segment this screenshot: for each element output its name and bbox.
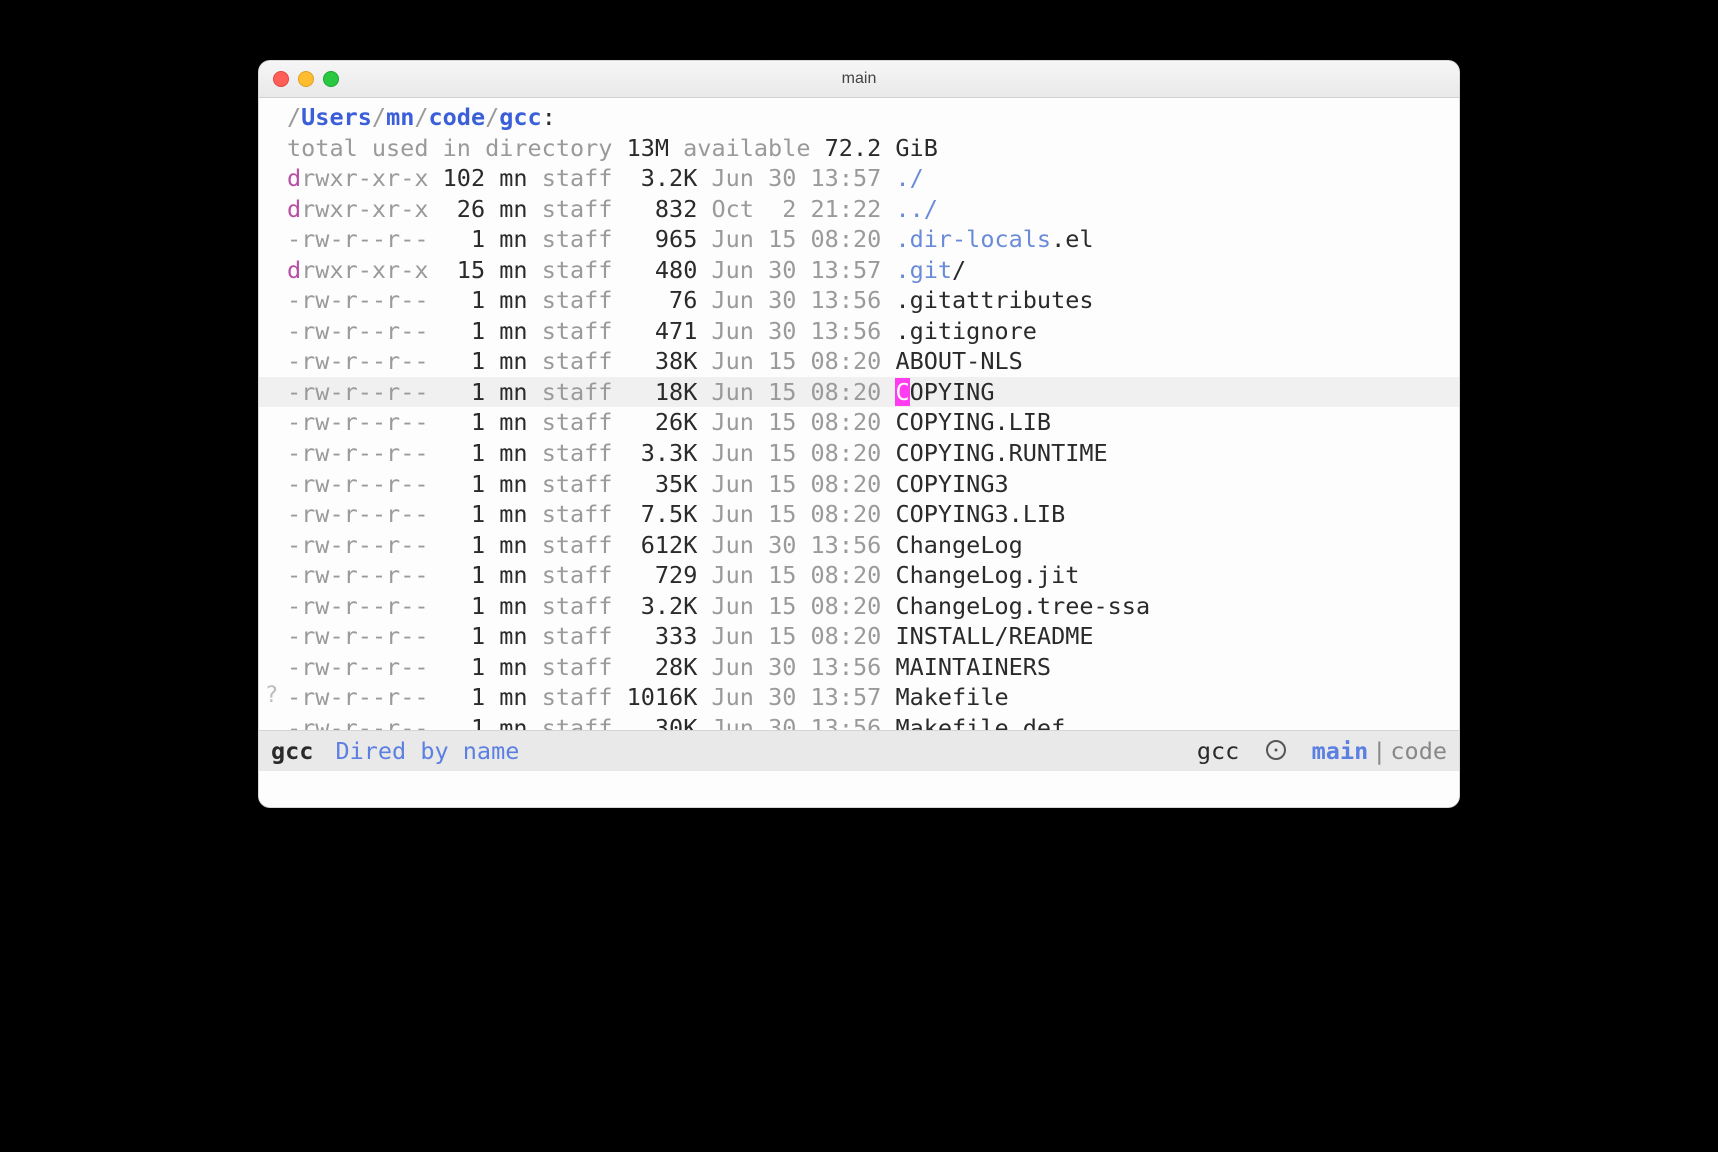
minimize-icon[interactable] [298,71,314,87]
modeline-vcs: gcc main | code [1197,737,1447,765]
close-icon[interactable] [273,71,289,87]
dired-entry[interactable]: -rw-r--r-- 1 mn staff 26K Jun 15 08:20 C… [259,407,1459,438]
dired-entry[interactable]: -rw-r--r-- 1 mn staff 3.3K Jun 15 08:20 … [259,438,1459,469]
modeline[interactable]: gcc Dired by name gcc main | code [259,730,1459,771]
titlebar[interactable]: main [259,61,1459,98]
file-name[interactable]: ABOUT-NLS [895,347,1022,375]
file-name[interactable]: ../ [895,195,937,223]
file-name[interactable]: MAINTAINERS [895,653,1051,681]
vcs-icon [1266,740,1286,760]
dired-path: /Users/mn/code/gcc: [259,102,1459,133]
file-name[interactable]: COPYING3.LIB [895,500,1065,528]
dired-entry[interactable]: -rw-r--r-- 1 mn staff 30K Jun 30 13:56 M… [259,713,1459,730]
modeline-buffer-name[interactable]: gcc [271,737,313,765]
file-name[interactable]: COPYING.RUNTIME [895,439,1107,467]
modeline-project: gcc [1197,737,1239,765]
dired-buffer[interactable]: /Users/mn/code/gcc:total used in directo… [259,98,1459,730]
modeline-context: code [1390,737,1447,765]
file-name[interactable]: ChangeLog.tree-ssa [895,592,1150,620]
modeline-major-mode[interactable]: Dired by name [335,737,519,765]
dired-entry[interactable]: -rw-r--r-- 1 mn staff 729 Jun 15 08:20 C… [259,560,1459,591]
dired-entry[interactable]: -rw-r--r-- 1 mn staff 28K Jun 30 13:56 M… [259,652,1459,683]
file-name[interactable]: ./ [895,164,923,192]
dired-entry[interactable]: -rw-r--r-- 1 mn staff 965 Jun 15 08:20 .… [259,224,1459,255]
modeline-separator: | [1372,737,1386,765]
cursor: C [895,378,909,406]
file-name[interactable]: .gitattributes [895,286,1093,314]
path-segment[interactable]: gcc [499,103,541,131]
path-segment[interactable]: Users [301,103,372,131]
emacs-window: main /Users/mn/code/gcc:total used in di… [258,60,1460,808]
file-name[interactable]: INSTALL/README [895,622,1093,650]
dired-entry[interactable]: -rw-r--r-- 1 mn staff 35K Jun 15 08:20 C… [259,469,1459,500]
path-segment[interactable]: code [429,103,486,131]
file-name[interactable]: ChangeLog [895,531,1022,559]
file-name[interactable]: Makefile [895,683,1008,711]
dired-entry[interactable]: drwxr-xr-x 102 mn staff 3.2K Jun 30 13:5… [259,163,1459,194]
file-name[interactable]: Makefile.def [895,714,1065,730]
traffic-lights [273,71,339,87]
file-name[interactable]: COPYING.LIB [895,408,1051,436]
file-name[interactable]: .git [895,256,952,284]
file-name[interactable]: .dir-locals [895,225,1051,253]
path-segment[interactable]: mn [386,103,414,131]
dired-entry[interactable]: -rw-r--r-- 1 mn staff 471 Jun 30 13:56 .… [259,316,1459,347]
dired-entry[interactable]: -rw-r--r-- 1 mn staff 612K Jun 30 13:56 … [259,530,1459,561]
echo-area[interactable] [259,771,1459,807]
file-name[interactable]: COPYING3 [895,470,1008,498]
dired-entry[interactable]: -rw-r--r-- 1 mn staff 1016K Jun 30 13:57… [259,682,1459,713]
zoom-icon[interactable] [323,71,339,87]
fringe-indicator: ? [265,682,278,711]
dired-entry[interactable]: -rw-r--r-- 1 mn staff 7.5K Jun 15 08:20 … [259,499,1459,530]
dired-entry[interactable]: -rw-r--r-- 1 mn staff 76 Jun 30 13:56 .g… [259,285,1459,316]
dired-entry[interactable]: -rw-r--r-- 1 mn staff 333 Jun 15 08:20 I… [259,621,1459,652]
dired-entry[interactable]: drwxr-xr-x 26 mn staff 832 Oct 2 21:22 .… [259,194,1459,225]
file-name[interactable]: .gitignore [895,317,1036,345]
dired-entry[interactable]: -rw-r--r-- 1 mn staff 18K Jun 15 08:20 C… [259,377,1459,408]
dired-summary: total used in directory 13M available 72… [259,133,1459,164]
window-title: main [259,70,1459,88]
modeline-branch[interactable]: main [1312,737,1369,765]
file-name[interactable]: ChangeLog.jit [895,561,1079,589]
dired-entry[interactable]: drwxr-xr-x 15 mn staff 480 Jun 30 13:57 … [259,255,1459,286]
dired-entry[interactable]: -rw-r--r-- 1 mn staff 38K Jun 15 08:20 A… [259,346,1459,377]
dired-entry[interactable]: -rw-r--r-- 1 mn staff 3.2K Jun 15 08:20 … [259,591,1459,622]
